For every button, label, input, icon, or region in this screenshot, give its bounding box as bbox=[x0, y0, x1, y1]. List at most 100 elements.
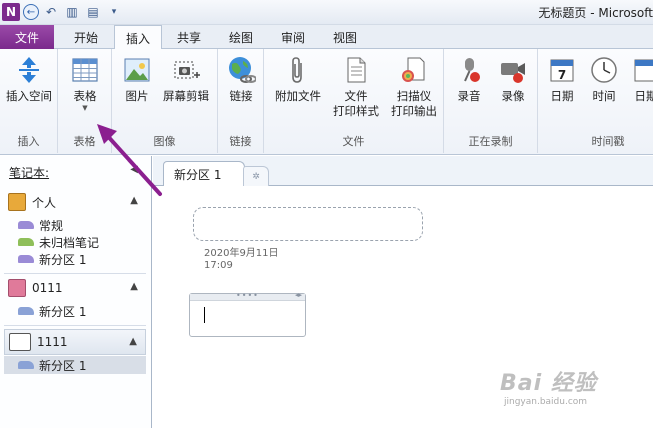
record-audio-button[interactable]: 录音 bbox=[450, 55, 488, 104]
section-icon bbox=[18, 238, 34, 246]
section-icon bbox=[18, 307, 34, 315]
collapse-notebook-icon[interactable]: ▲ bbox=[130, 195, 138, 206]
watermark-logo-text: Bai 经验 bbox=[500, 371, 597, 396]
group-links: 链接 链接 bbox=[218, 49, 264, 153]
record-audio-label: 录音 bbox=[457, 89, 481, 103]
baidu-watermark: Bai 经验 jingyan.baidu.com bbox=[500, 365, 650, 427]
record-video-button[interactable]: 录像 bbox=[494, 55, 532, 104]
group-label-images: 图像 bbox=[153, 135, 176, 148]
section-item[interactable]: 新分区 1 bbox=[18, 303, 86, 319]
open-notebook-icon bbox=[9, 333, 31, 351]
notebook-1111[interactable]: 1111 ▲ bbox=[4, 329, 146, 355]
clock-icon bbox=[591, 57, 617, 83]
fullpage-icon[interactable]: ▤ bbox=[84, 3, 102, 21]
scanner-printout-label: 扫描仪 打印输出 bbox=[391, 89, 437, 118]
link-globe-icon bbox=[229, 57, 256, 83]
text-cursor bbox=[204, 307, 205, 323]
section-item[interactable]: 新分区 1 bbox=[18, 251, 86, 267]
time-label: 时间 bbox=[592, 89, 616, 103]
tab-view[interactable]: 视图 bbox=[322, 25, 368, 49]
section-icon bbox=[18, 361, 34, 369]
video-camera-icon bbox=[501, 63, 525, 83]
date-time-button[interactable]: 日期 bbox=[628, 55, 653, 104]
insert-space-icon bbox=[19, 57, 39, 83]
link-button[interactable]: 链接 bbox=[222, 55, 260, 104]
table-dropdown-icon[interactable]: ▼ bbox=[82, 104, 87, 112]
group-label-recording: 正在录制 bbox=[468, 135, 513, 148]
customize-qat-icon[interactable]: ▾ bbox=[105, 3, 123, 21]
notebooks-header: 笔记本: ◀ bbox=[0, 156, 152, 186]
calendar-day-number: 7 bbox=[558, 68, 566, 82]
section-item-selected[interactable]: 新分区 1 bbox=[4, 356, 146, 374]
notebooks-title: 笔记本: bbox=[9, 166, 50, 180]
onenote-logo-icon[interactable]: N bbox=[2, 3, 20, 21]
date-time-label: 日期 bbox=[634, 89, 653, 103]
collapse-notebook-icon[interactable]: ▲ bbox=[129, 336, 137, 347]
section-name: 常规 bbox=[39, 218, 64, 233]
undo-icon[interactable]: ↶ bbox=[42, 3, 60, 21]
group-timestamp: 7 日期 时间 日期 时间戳 bbox=[538, 49, 653, 153]
new-section-icon[interactable]: ✲ bbox=[243, 166, 269, 186]
window-title: 无标题页 - Microsoft bbox=[538, 6, 653, 20]
section-tabs: 新分区 1 ✲ bbox=[153, 156, 653, 187]
back-icon[interactable]: ← bbox=[23, 4, 39, 20]
drag-handle-icon[interactable]: •••• bbox=[236, 291, 259, 300]
tab-share[interactable]: 共享 bbox=[166, 25, 212, 49]
picture-button[interactable]: 图片 bbox=[118, 55, 156, 104]
screen-clip-button[interactable]: 屏幕剪辑 bbox=[158, 55, 214, 104]
page-title-input[interactable] bbox=[193, 207, 423, 241]
notebook-icon bbox=[8, 193, 26, 211]
tab-draw[interactable]: 绘图 bbox=[218, 25, 264, 49]
group-files: 附加文件 文件 打印样式 扫描仪 打印输出 文件 bbox=[264, 49, 444, 153]
picture-label: 图片 bbox=[125, 89, 149, 103]
section-item[interactable]: 常规 bbox=[18, 217, 63, 233]
table-button[interactable]: 表格 ▼ bbox=[64, 55, 106, 112]
group-label-insert: 插入 bbox=[17, 135, 40, 148]
watermark-url: jingyan.baidu.com bbox=[504, 397, 588, 407]
attach-file-label: 附加文件 bbox=[275, 89, 321, 103]
date-label: 日期 bbox=[550, 89, 574, 103]
note-container-handle[interactable]: •••• ◂▸ bbox=[190, 291, 305, 301]
tab-file[interactable]: 文件 bbox=[0, 25, 54, 49]
group-label-table: 表格 bbox=[73, 135, 96, 148]
tab-home[interactable]: 开始 bbox=[62, 25, 110, 49]
section-item[interactable]: 未归档笔记 bbox=[18, 234, 99, 250]
microphone-icon bbox=[464, 58, 480, 82]
scanner-printout-button[interactable]: 扫描仪 打印输出 bbox=[386, 55, 442, 119]
section-name: 新分区 1 bbox=[39, 304, 87, 319]
resize-arrows-icon[interactable]: ◂▸ bbox=[295, 291, 302, 299]
notebook-icon bbox=[8, 279, 26, 297]
section-icon bbox=[18, 221, 34, 229]
table-icon bbox=[72, 58, 98, 82]
section-tab-active[interactable]: 新分区 1 bbox=[163, 161, 245, 187]
file-printout-button[interactable]: 文件 打印样式 bbox=[328, 55, 384, 119]
scanner-icon bbox=[402, 57, 425, 82]
date-button[interactable]: 7 日期 bbox=[544, 55, 580, 104]
dock-icon[interactable]: ▥ bbox=[63, 3, 81, 21]
collapse-nav-icon[interactable]: ◀ bbox=[130, 164, 138, 175]
page-time: 17:09 bbox=[204, 260, 233, 271]
attach-file-button[interactable]: 附加文件 bbox=[270, 55, 326, 104]
divider bbox=[4, 273, 146, 274]
collapse-notebook-icon[interactable]: ▲ bbox=[130, 281, 138, 292]
tab-review[interactable]: 审阅 bbox=[270, 25, 316, 49]
tab-insert[interactable]: 插入 bbox=[114, 25, 162, 50]
notebook-personal[interactable]: 个人 ▲ bbox=[4, 191, 146, 213]
calendar-clock-icon bbox=[634, 59, 653, 82]
paperclip-icon bbox=[292, 57, 302, 83]
table-label: 表格 bbox=[73, 89, 97, 103]
title-bar: N ← ↶ ▥ ▤ ▾ 无标题页 - Microsoft bbox=[0, 0, 653, 25]
file-printout-label: 文件 打印样式 bbox=[333, 89, 379, 118]
time-button[interactable]: 时间 bbox=[586, 55, 622, 104]
ribbon-tabs: 文件 开始 插入 共享 绘图 审阅 视图 bbox=[0, 25, 653, 50]
section-icon bbox=[18, 255, 34, 263]
section-name: 新分区 1 bbox=[39, 252, 87, 267]
group-label-files: 文件 bbox=[342, 135, 365, 148]
note-container[interactable]: •••• ◂▸ bbox=[189, 291, 306, 337]
group-label-links: 链接 bbox=[229, 135, 252, 148]
group-table: 表格 ▼ 表格 bbox=[58, 49, 112, 153]
insert-space-button[interactable]: 插入空间 bbox=[4, 55, 54, 104]
page-date: 2020年9月11日 bbox=[204, 248, 279, 259]
group-recording: 录音 录像 正在录制 bbox=[444, 49, 538, 153]
notebook-0111[interactable]: 0111 ▲ bbox=[4, 277, 146, 299]
